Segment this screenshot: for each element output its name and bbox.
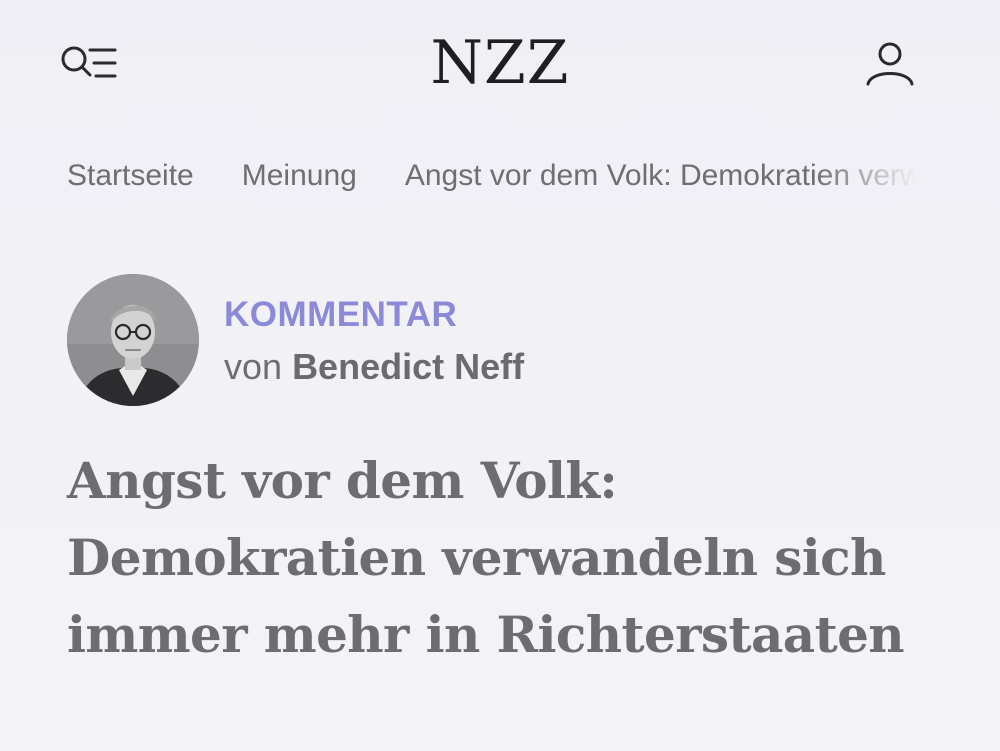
search-menu-icon — [61, 46, 117, 78]
author-name-link[interactable]: Benedict Neff — [292, 346, 524, 387]
author-portrait-image — [67, 274, 199, 406]
article-headline: Angst vor dem Volk: Demokratien verwande… — [67, 451, 905, 664]
author-avatar[interactable] — [67, 274, 199, 406]
nzz-logo-wrapper: NZZ — [0, 28, 1000, 98]
breadcrumb-item-current-article[interactable]: Angst vor dem Volk: Demokratien verwande… — [405, 159, 917, 193]
byline-prefix: von — [224, 346, 283, 387]
article-kicker: KOMMENTAR — [224, 295, 458, 334]
account-button[interactable] — [862, 36, 918, 92]
nzz-logo[interactable]: NZZ — [431, 28, 570, 98]
menu-search-button[interactable] — [58, 40, 122, 88]
byline: von Benedict Neff — [224, 345, 524, 389]
breadcrumb: Startseite Meinung Angst vor dem Volk: D… — [67, 152, 917, 200]
user-icon — [866, 42, 914, 86]
site-header: NZZ — [0, 0, 1000, 130]
breadcrumb-item-meinung[interactable]: Meinung — [242, 159, 357, 193]
breadcrumb-item-startseite[interactable]: Startseite — [67, 159, 194, 193]
